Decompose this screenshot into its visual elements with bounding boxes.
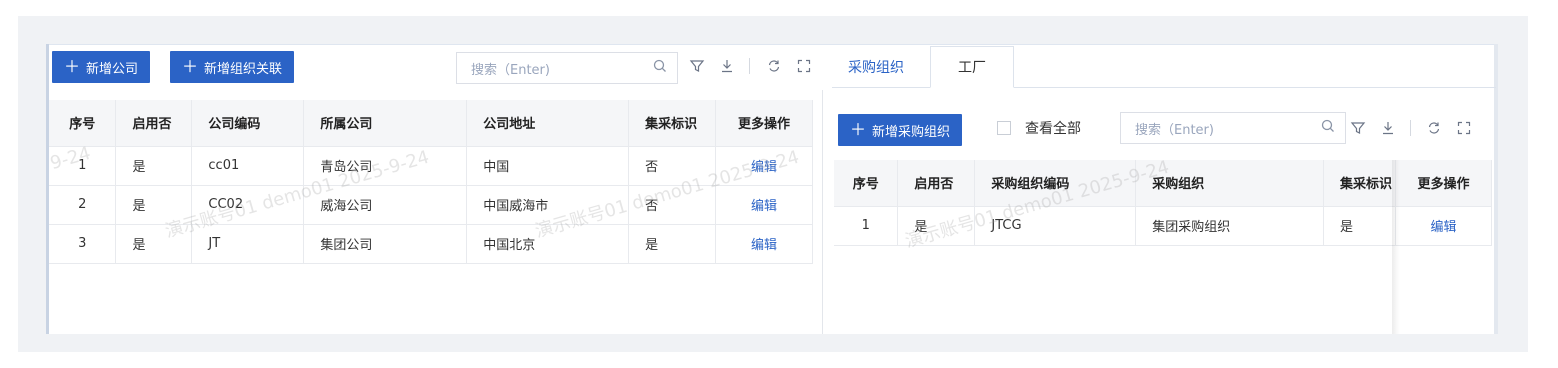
add-org-relation-label: 新增组织关联 xyxy=(204,61,283,77)
cell-flag: 否 xyxy=(628,146,717,186)
cell-flag: 否 xyxy=(628,185,717,225)
cell-company: 威海公司 xyxy=(303,185,468,225)
header-company-code: 公司编码 xyxy=(191,100,305,147)
header-flag: 集采标识 xyxy=(628,100,717,147)
search-icon[interactable] xyxy=(1321,119,1335,137)
header-address: 公司地址 xyxy=(466,100,630,147)
cell-company: 青岛公司 xyxy=(303,146,468,186)
add-purchase-org-button[interactable]: ＋ 新增采购组织 xyxy=(838,114,963,146)
filter-icon[interactable] xyxy=(689,58,705,77)
panel-divider xyxy=(822,90,823,334)
right-tab-bar: 采购组织 工厂 xyxy=(832,46,1496,88)
edit-link[interactable]: 编辑 xyxy=(715,224,813,264)
search-icon[interactable] xyxy=(653,59,667,77)
tab-factory[interactable]: 工厂 xyxy=(930,46,1014,88)
edit-link[interactable]: 编辑 xyxy=(715,185,813,225)
header-company: 所属公司 xyxy=(303,100,468,147)
cell-code: CC02 xyxy=(191,185,305,225)
add-company-button[interactable]: ＋ 新增公司 xyxy=(52,51,151,83)
cell-address: 中国北京 xyxy=(466,224,630,264)
search-placeholder: 搜索（Enter) xyxy=(1135,122,1214,138)
checkbox-box[interactable] xyxy=(997,121,1011,135)
cell-enabled: 是 xyxy=(115,185,193,225)
filter-icon[interactable] xyxy=(1350,120,1366,139)
cell-address: 中国 xyxy=(466,146,630,186)
header-flag: 集采标识 xyxy=(1323,160,1397,207)
toolbar-divider xyxy=(749,58,750,74)
header-actions: 更多操作 xyxy=(715,100,813,147)
fullscreen-icon[interactable] xyxy=(796,58,812,77)
toolbar-divider xyxy=(1410,120,1411,136)
cell-enabled: 是 xyxy=(897,206,976,246)
cell-company: 集团公司 xyxy=(303,224,468,264)
cell-org: 集团采购组织 xyxy=(1135,206,1325,246)
table-header-row: 序号 启用否 公司编码 所属公司 公司地址 集采标识 更多操作 xyxy=(49,100,813,147)
header-org: 采购组织 xyxy=(1135,160,1325,207)
edit-link[interactable]: 编辑 xyxy=(1395,206,1492,246)
table-row[interactable]: 3 是 JT 集团公司 中国北京 是 编辑 xyxy=(49,224,813,264)
add-org-relation-button[interactable]: ＋ 新增组织关联 xyxy=(170,51,295,83)
header-actions: 更多操作 xyxy=(1395,160,1492,207)
search-placeholder: 搜索（Enter) xyxy=(471,62,550,78)
tab-purchase-org[interactable]: 采购组织 xyxy=(832,46,920,88)
add-purchase-org-label: 新增采购组织 xyxy=(872,124,951,140)
cell-no: 2 xyxy=(49,185,117,225)
header-no: 序号 xyxy=(834,160,899,207)
cell-flag: 是 xyxy=(1323,206,1397,246)
header-enabled: 启用否 xyxy=(897,160,976,207)
header-enabled: 启用否 xyxy=(115,100,193,147)
cell-enabled: 是 xyxy=(115,224,193,264)
header-org-code: 采购组织编码 xyxy=(974,160,1137,207)
refresh-icon[interactable] xyxy=(766,58,782,77)
cell-no: 3 xyxy=(49,224,117,264)
view-all-label: 查看全部 xyxy=(1025,121,1081,137)
table-row[interactable]: 1 是 cc01 青岛公司 中国 否 编辑 xyxy=(49,146,813,186)
refresh-icon[interactable] xyxy=(1426,120,1442,139)
plus-icon: ＋ xyxy=(850,120,867,139)
plus-icon: ＋ xyxy=(182,57,199,76)
add-company-label: 新增公司 xyxy=(86,61,139,77)
company-search-input[interactable]: 搜索（Enter) xyxy=(456,52,678,84)
download-icon[interactable] xyxy=(719,58,735,77)
cell-flag: 是 xyxy=(628,224,717,264)
cell-enabled: 是 xyxy=(115,146,193,186)
download-icon[interactable] xyxy=(1380,120,1396,139)
plus-icon: ＋ xyxy=(64,57,81,76)
cell-code: JT xyxy=(191,224,305,264)
cell-no: 1 xyxy=(834,206,899,246)
header-no: 序号 xyxy=(49,100,117,147)
cell-address: 中国威海市 xyxy=(466,185,630,225)
fullscreen-icon[interactable] xyxy=(1456,120,1472,139)
table-row[interactable]: 2 是 CC02 威海公司 中国威海市 否 编辑 xyxy=(49,185,813,225)
cell-code: cc01 xyxy=(191,146,305,186)
purchase-org-search-input[interactable]: 搜索（Enter) xyxy=(1120,112,1346,144)
cell-code: JTCG xyxy=(974,206,1137,246)
fixed-column-shadow xyxy=(1392,160,1400,334)
cell-no: 1 xyxy=(49,146,117,186)
company-table: 序号 启用否 公司编码 所属公司 公司地址 集采标识 更多操作 1 是 cc01… xyxy=(49,100,813,264)
edit-link[interactable]: 编辑 xyxy=(715,146,813,186)
view-all-checkbox[interactable]: 查看全部 xyxy=(997,118,1081,138)
